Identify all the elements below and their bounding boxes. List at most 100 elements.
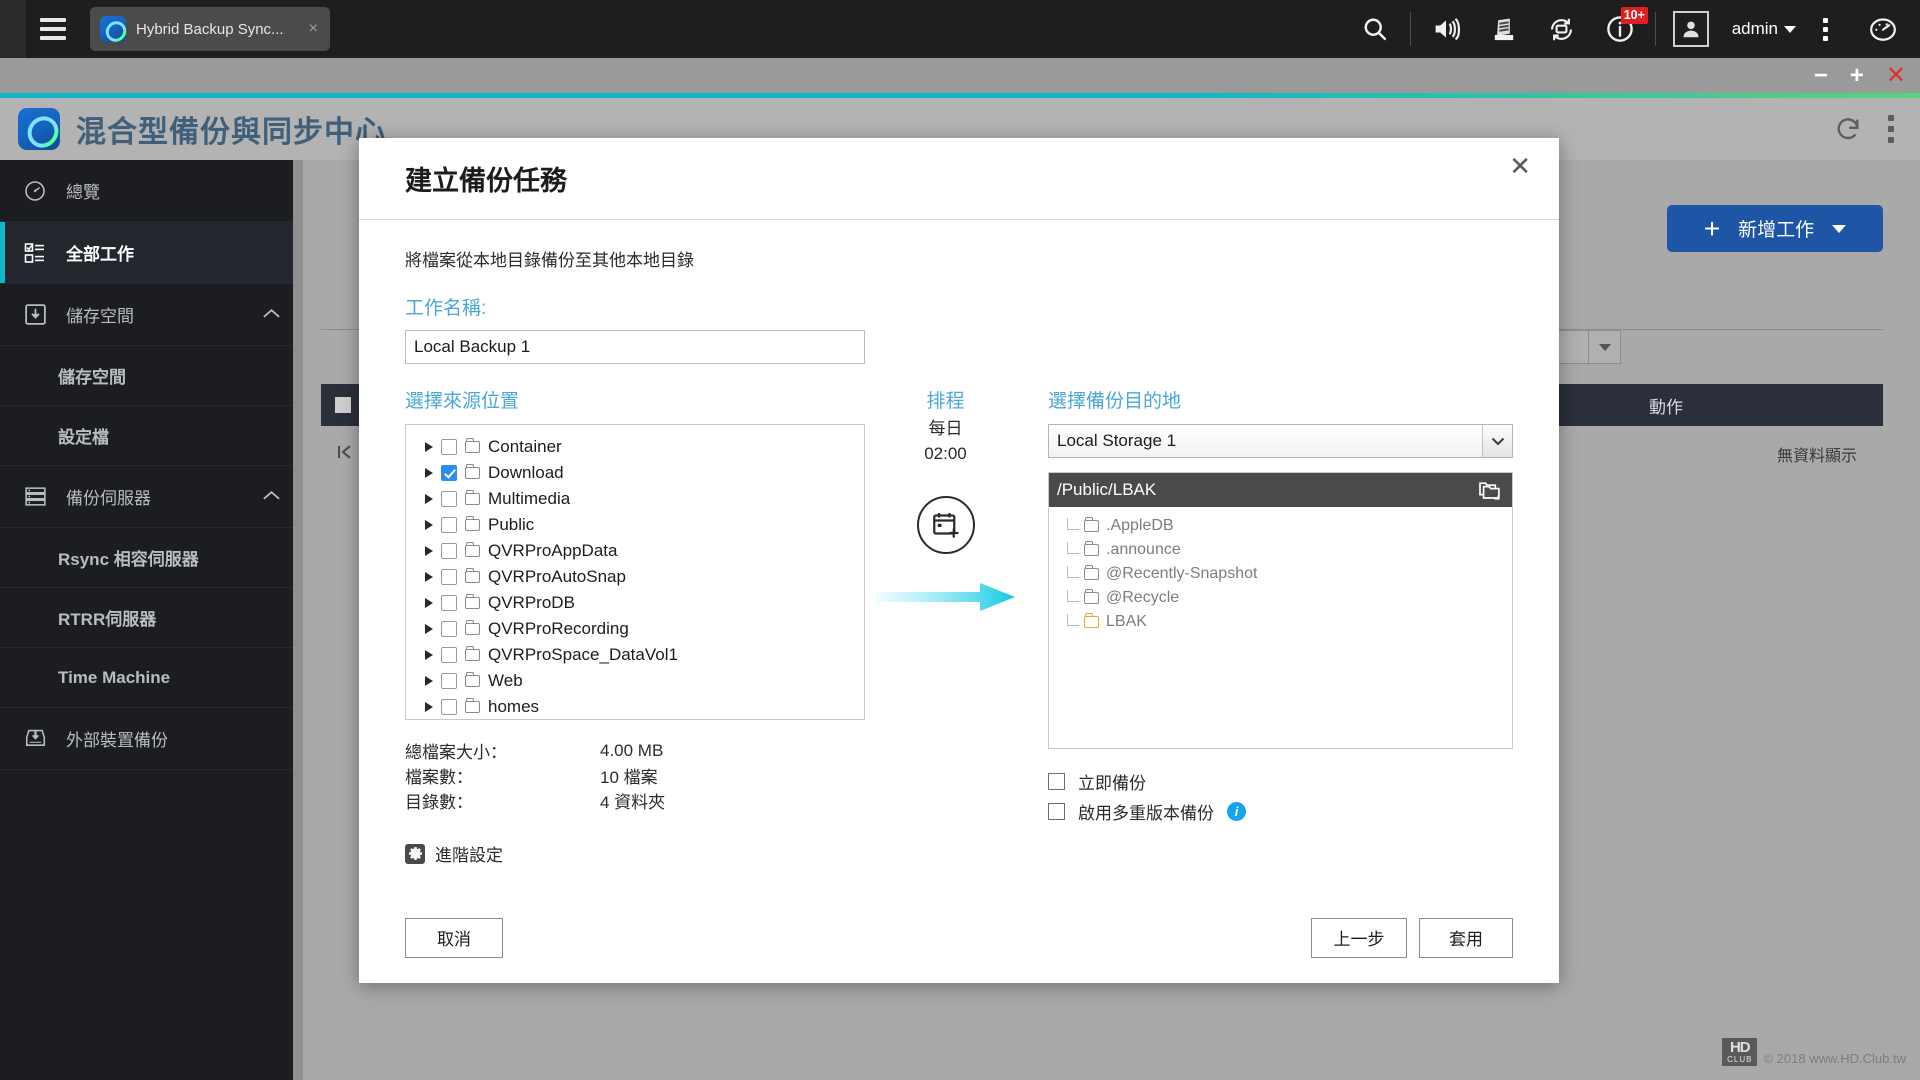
external-device-icon[interactable] — [1533, 0, 1591, 58]
kebab-menu-icon[interactable] — [1888, 115, 1894, 143]
sidebar-scrollbar[interactable] — [293, 160, 303, 1080]
hbs-app-icon — [100, 16, 126, 42]
new-folder-icon[interactable] — [1476, 478, 1502, 502]
expand-arrow-icon[interactable] — [425, 572, 433, 582]
chevron-down-icon[interactable] — [1482, 425, 1512, 457]
chevron-down-icon[interactable] — [1784, 25, 1796, 33]
taskbar-tab-hybrid-backup-sync[interactable]: Hybrid Backup Sync... × — [90, 7, 330, 51]
sidebar-item-all-jobs[interactable]: 全部工作 — [0, 222, 303, 284]
destination-item-label: @Recently-Snapshot — [1106, 565, 1258, 582]
destination-tree[interactable]: /Public/LBAK .AppleDB .announce @Recentl… — [1048, 472, 1513, 749]
dialog-columns: 選擇來源位置 Container Download Multimedia Pub… — [405, 386, 1513, 866]
chevron-up-icon[interactable] — [262, 487, 281, 507]
add-job-button[interactable]: + 新增工作 — [1667, 205, 1883, 252]
tree-item[interactable]: QVRProDB — [415, 590, 864, 616]
tree-item[interactable]: Web — [415, 668, 864, 694]
user-name[interactable]: admin — [1732, 19, 1778, 39]
tree-item-label: QVRProAppData — [488, 541, 618, 560]
checkbox[interactable] — [1048, 772, 1065, 790]
window-minimize-button[interactable]: − — [1814, 63, 1828, 88]
destination-tree-item[interactable]: @Recently-Snapshot — [1049, 562, 1512, 586]
window-maximize-button[interactable]: + — [1850, 63, 1864, 88]
volume-icon[interactable] — [1417, 0, 1475, 58]
tree-item[interactable]: homes — [415, 694, 864, 719]
expand-arrow-icon[interactable] — [425, 702, 433, 712]
option-enable-versioning[interactable]: 啟用多重版本備份 i — [1048, 796, 1513, 826]
option-backup-now[interactable]: 立即備份 — [1048, 766, 1513, 796]
tree-item-label: Multimedia — [488, 489, 571, 508]
schedule-column: 排程 每日 02:00 — [865, 386, 1026, 866]
calendar-add-icon[interactable] — [916, 496, 975, 555]
chevron-down-icon[interactable] — [1588, 331, 1620, 363]
checkbox[interactable] — [441, 465, 457, 481]
expand-arrow-icon[interactable] — [425, 520, 433, 530]
checkbox[interactable] — [441, 621, 457, 637]
sidebar-group-backup-server[interactable]: 備份伺服器 — [0, 466, 303, 528]
expand-arrow-icon[interactable] — [425, 546, 433, 556]
tree-item[interactable]: Public — [415, 512, 864, 538]
chevron-down-icon[interactable] — [1832, 224, 1847, 233]
kebab-menu-icon[interactable] — [1796, 0, 1854, 58]
select-all-checkbox[interactable] — [335, 397, 351, 413]
search-icon[interactable] — [1346, 0, 1404, 58]
sidebar-group-storage[interactable]: 儲存空間 — [0, 284, 303, 346]
dashboard-gauge-icon[interactable] — [1854, 0, 1912, 58]
tree-item[interactable]: QVRProSpace_DataVol1 — [415, 642, 864, 668]
destination-tree-item[interactable]: .announce — [1049, 538, 1512, 562]
tree-item[interactable]: QVRProAppData — [415, 538, 864, 564]
checkbox[interactable] — [441, 647, 457, 663]
previous-button[interactable]: 上一步 — [1311, 917, 1407, 958]
job-name-input[interactable]: Local Backup 1 — [405, 330, 865, 364]
expand-arrow-icon[interactable] — [425, 624, 433, 634]
tree-item[interactable]: QVRProAutoSnap — [415, 564, 864, 590]
cancel-button[interactable]: 取消 — [405, 917, 503, 958]
destination-tree-item[interactable]: @Recycle — [1049, 586, 1512, 610]
checkbox[interactable] — [441, 595, 457, 611]
destination-storage-select[interactable]: Local Storage 1 — [1048, 424, 1513, 458]
tree-item[interactable]: Container — [415, 434, 864, 460]
notification-info-icon[interactable]: 10+ — [1591, 0, 1649, 58]
close-icon[interactable]: × — [299, 20, 318, 38]
user-avatar-icon[interactable] — [1662, 0, 1720, 58]
sidebar-item-config-file[interactable]: 設定檔 — [0, 406, 303, 466]
info-icon[interactable]: i — [1227, 801, 1246, 821]
checkbox[interactable] — [441, 543, 457, 559]
expand-arrow-icon[interactable] — [425, 494, 433, 504]
sidebar-item-storage-space[interactable]: 儲存空間 — [0, 346, 303, 406]
tab-title: Hybrid Backup Sync... — [136, 20, 284, 38]
chevron-up-icon[interactable] — [262, 305, 281, 325]
sidebar-item-overview[interactable]: 總覽 — [0, 160, 303, 222]
source-tree[interactable]: Container Download Multimedia Public QVR… — [405, 424, 865, 720]
expand-arrow-icon[interactable] — [425, 676, 433, 686]
background-task-icon[interactable] — [1475, 0, 1533, 58]
apply-button[interactable]: 套用 — [1419, 917, 1513, 958]
sidebar-item-external-device-backup[interactable]: 外部裝置備份 — [0, 708, 303, 770]
sidebar-item-rsync-server[interactable]: Rsync 相容伺服器 — [0, 528, 303, 588]
tree-item[interactable]: Download — [415, 460, 864, 486]
checkbox[interactable] — [441, 439, 457, 455]
hamburger-icon[interactable] — [26, 0, 80, 58]
tree-item[interactable]: QVRProRecording — [415, 616, 864, 642]
expand-arrow-icon[interactable] — [425, 468, 433, 478]
expand-arrow-icon[interactable] — [425, 650, 433, 660]
checkbox[interactable] — [441, 491, 457, 507]
window-close-button[interactable]: ✕ — [1886, 63, 1906, 88]
sidebar-item-rtrr-server[interactable]: RTRR伺服器 — [0, 588, 303, 648]
checkbox[interactable] — [441, 569, 457, 585]
checkbox[interactable] — [441, 673, 457, 689]
first-page-icon[interactable] — [335, 442, 355, 467]
checkbox[interactable] — [441, 517, 457, 533]
destination-tree-item[interactable]: .AppleDB — [1049, 514, 1512, 538]
tree-item[interactable]: Multimedia — [415, 486, 864, 512]
checkbox[interactable] — [441, 699, 457, 715]
sidebar-item-time-machine[interactable]: Time Machine — [0, 648, 303, 708]
sidebar-item-label: 儲存空間 — [66, 307, 134, 326]
sidebar-item-label: Rsync 相容伺服器 — [58, 550, 199, 569]
expand-arrow-icon[interactable] — [425, 442, 433, 452]
checkbox[interactable] — [1048, 802, 1065, 820]
destination-tree-item-selected[interactable]: LBAK — [1049, 610, 1512, 634]
refresh-icon[interactable] — [1834, 115, 1862, 143]
close-icon[interactable]: ✕ — [1509, 153, 1531, 179]
advanced-settings-button[interactable]: 進階設定 — [405, 841, 865, 866]
expand-arrow-icon[interactable] — [425, 598, 433, 608]
